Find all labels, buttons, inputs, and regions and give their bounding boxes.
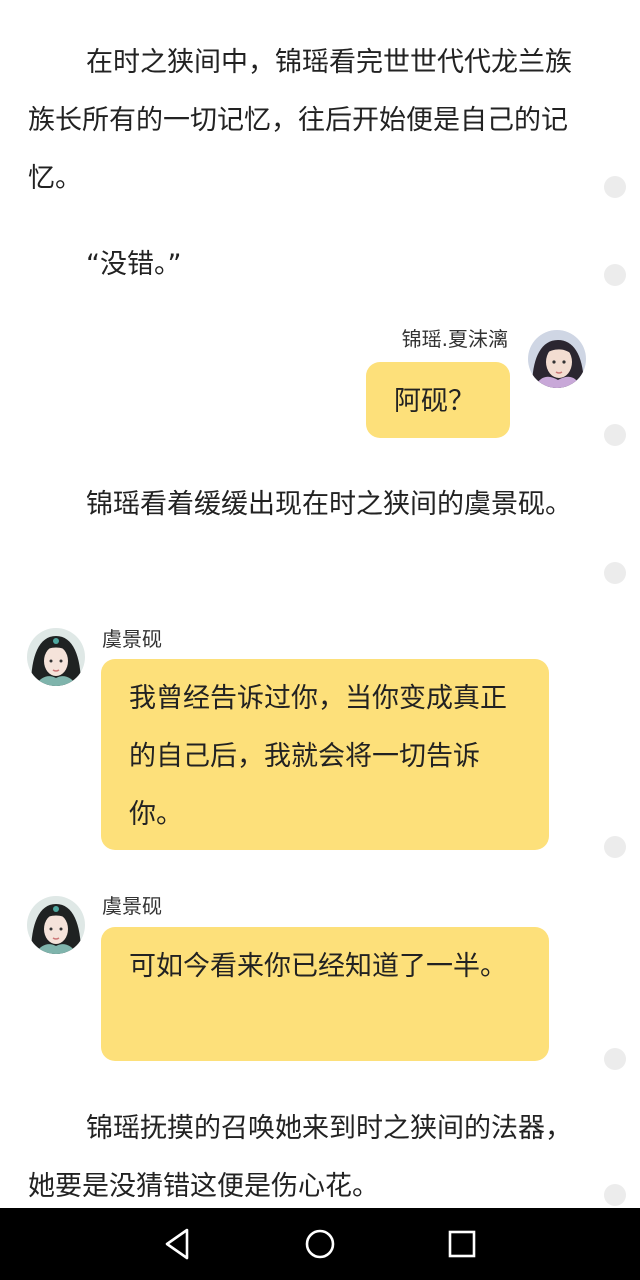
comment-dot[interactable] bbox=[604, 264, 626, 286]
home-button[interactable] bbox=[298, 1222, 342, 1266]
back-button[interactable] bbox=[157, 1222, 201, 1266]
comment-dot[interactable] bbox=[604, 424, 626, 446]
story-paragraph-3: 锦瑶看着缓缓出现在时之狭间的虞景砚。 bbox=[86, 489, 572, 520]
speaker-name-yujingyan-2: 虞景砚 bbox=[102, 894, 162, 918]
avatar-yujingyan[interactable] bbox=[27, 628, 85, 686]
comment-dot[interactable] bbox=[604, 1184, 626, 1206]
story-paragraph-2: “没错。” bbox=[86, 249, 182, 280]
home-circle-icon bbox=[305, 1229, 335, 1259]
comment-dot[interactable] bbox=[604, 562, 626, 584]
recents-square-icon bbox=[448, 1230, 476, 1258]
chat-bubble-yujingyan-1[interactable]: 我曾经告诉过你，当你变成真正的自己后，我就会将一切告诉你。 bbox=[101, 659, 549, 850]
recents-button[interactable] bbox=[440, 1222, 484, 1266]
story-paragraph-4: 锦瑶抚摸的召唤她来到时之狭间的法器，她要是没猜错这便是伤心花。 bbox=[28, 1113, 572, 1202]
chat-bubble-yujingyan-2[interactable]: 可如今看来你已经知道了一半。 bbox=[101, 927, 549, 1061]
speaker-name-jinyao: 锦瑶.夏沫漓 bbox=[401, 327, 508, 351]
comment-dot[interactable] bbox=[604, 176, 626, 198]
system-navigation-bar bbox=[0, 1208, 640, 1280]
comment-dot[interactable] bbox=[604, 1048, 626, 1070]
speaker-name-yujingyan: 虞景砚 bbox=[102, 627, 162, 651]
comment-dot[interactable] bbox=[604, 836, 626, 858]
chat-bubble-jinyao[interactable]: 阿砚？ bbox=[366, 362, 510, 438]
avatar-yujingyan-2[interactable] bbox=[27, 896, 85, 954]
avatar-jinyao[interactable] bbox=[528, 330, 586, 388]
reader-content[interactable]: 在时之狭间中，锦瑶看完世世代代龙兰族族长所有的一切记忆，往后开始便是自己的记忆。… bbox=[0, 0, 640, 1208]
story-paragraph-1: 在时之狭间中，锦瑶看完世世代代龙兰族族长所有的一切记忆，往后开始便是自己的记忆。 bbox=[28, 47, 572, 194]
back-triangle-icon bbox=[165, 1228, 189, 1260]
